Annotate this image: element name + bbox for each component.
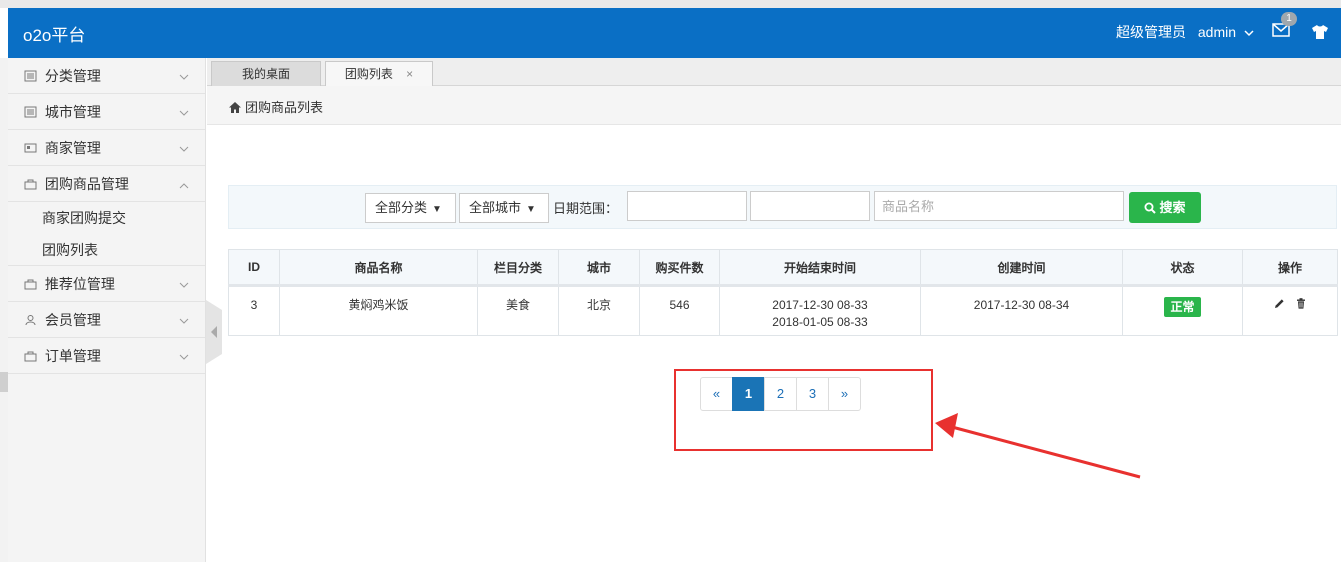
column-header: 操作 — [1242, 249, 1338, 287]
cell-bought: 546 — [639, 285, 720, 336]
chevron-up-icon — [179, 166, 189, 202]
user-menu[interactable]: 超级管理员 admin — [1116, 22, 1254, 42]
column-header: 开始结束时间 — [719, 249, 921, 287]
column-header: 状态 — [1122, 249, 1243, 287]
chevron-down-icon — [179, 130, 189, 166]
column-header: 栏目分类 — [477, 249, 559, 287]
sidebar-item-group-buy[interactable]: 团购商品管理 — [8, 166, 205, 202]
cell-category: 美食 — [477, 285, 559, 336]
bag-icon — [24, 339, 37, 362]
left-edge-strip — [0, 58, 8, 562]
window-top-strip — [0, 0, 1341, 8]
list-icon — [24, 95, 37, 118]
breadcrumb: 团购商品列表 — [229, 97, 323, 116]
sidebar-item-label: 分类管理 — [44, 68, 101, 84]
chevron-down-icon — [179, 94, 189, 130]
city-select[interactable]: 全部城市 ▼ — [459, 193, 549, 223]
tab-label: 我的桌面 — [241, 67, 290, 81]
tab-desktop[interactable]: 我的桌面 — [211, 61, 321, 87]
category-select-value: 全部分类 — [375, 200, 428, 215]
sidebar-collapse-handle[interactable] — [206, 300, 226, 364]
city-select-value: 全部城市 — [469, 200, 522, 215]
bag-icon — [24, 167, 37, 190]
chevron-down-icon — [1244, 24, 1254, 40]
user-name: admin — [1197, 24, 1237, 40]
start-time: 2017-12-30 08-33 — [772, 298, 868, 312]
search-bar: 全部分类 ▼ 全部城市 ▼ 日期范围： 搜索 — [228, 185, 1337, 229]
column-header: 商品名称 — [279, 249, 478, 287]
edit-icon[interactable] — [1274, 297, 1285, 314]
app-brand[interactable]: o2o平台 — [23, 21, 85, 46]
sidebar-item-city[interactable]: 城市管理 — [8, 94, 205, 130]
sidebar-item-label: 会员管理 — [44, 312, 101, 328]
skin-shirt-icon[interactable] — [1311, 24, 1329, 40]
breadcrumb-bar: 团购商品列表 — [207, 86, 1341, 125]
caret-down-icon: ▼ — [526, 204, 536, 215]
sidebar-item-label: 团购商品管理 — [44, 176, 129, 192]
category-select[interactable]: 全部分类 ▼ — [365, 193, 456, 223]
close-icon[interactable]: × — [406, 67, 413, 81]
sidebar-item-label: 城市管理 — [44, 104, 101, 120]
sidebar-subitem-merchant-submit[interactable]: 商家团购提交 — [8, 202, 205, 234]
cell-time-range: 2017-12-30 08-33 2018-01-05 08-33 — [719, 285, 921, 336]
cell-status: 正常 — [1122, 285, 1243, 336]
status-badge[interactable]: 正常 — [1164, 297, 1201, 317]
breadcrumb-label: 团购商品列表 — [245, 100, 324, 115]
column-header: 创建时间 — [920, 249, 1123, 287]
annotation-highlight-box — [674, 369, 933, 451]
cell-created: 2017-12-30 08-34 — [920, 285, 1123, 336]
table-header-row: ID 商品名称 栏目分类 城市 购买件数 开始结束时间 创建时间 状态 操作 — [228, 249, 1338, 287]
mail-count-badge: 1 — [1281, 12, 1297, 26]
search-button-label: 搜索 — [1159, 200, 1186, 215]
sidebar-item-label: 订单管理 — [44, 348, 101, 364]
column-header: 城市 — [558, 249, 640, 287]
chevron-down-icon — [179, 338, 189, 374]
bag-icon — [24, 267, 37, 290]
tab-bar: 我的桌面 团购列表 × — [207, 58, 1341, 87]
list-icon — [24, 59, 37, 82]
column-header: 购买件数 — [639, 249, 720, 287]
user-role: 超级管理员 — [1116, 24, 1186, 40]
cell-name: 黄焖鸡米饭 — [279, 285, 478, 336]
date-end-input[interactable] — [750, 191, 870, 221]
caret-down-icon: ▼ — [432, 204, 442, 215]
sidebar-item-order[interactable]: 订单管理 — [8, 338, 205, 374]
sidebar-item-label: 商家管理 — [44, 140, 101, 156]
product-name-input[interactable] — [874, 191, 1124, 221]
chevron-down-icon — [179, 266, 189, 302]
chevron-down-icon — [179, 302, 189, 338]
search-icon — [1144, 202, 1157, 214]
group-buy-table: ID 商品名称 栏目分类 城市 购买件数 开始结束时间 创建时间 状态 操作 3… — [228, 249, 1338, 336]
date-range-label: 日期范围： — [553, 201, 619, 216]
cell-id: 3 — [228, 285, 280, 336]
sidebar-item-label: 推荐位管理 — [44, 276, 115, 292]
sidebar-item-category[interactable]: 分类管理 — [8, 58, 205, 94]
column-header: ID — [228, 249, 280, 287]
sidebar-item-member[interactable]: 会员管理 — [8, 302, 205, 338]
end-time: 2018-01-05 08-33 — [772, 315, 868, 329]
group-buy-submenu: 商家团购提交 团购列表 — [8, 202, 205, 266]
home-icon — [229, 102, 241, 113]
chevron-down-icon — [179, 58, 189, 94]
cell-city: 北京 — [558, 285, 640, 336]
sidebar-subitem-group-list[interactable]: 团购列表 — [8, 234, 205, 266]
table-row: 3 黄焖鸡米饭 美食 北京 546 2017-12-30 08-33 2018-… — [228, 285, 1338, 336]
cell-actions — [1242, 285, 1338, 336]
scroll-tick — [0, 372, 8, 392]
date-start-input[interactable] — [627, 191, 747, 221]
user-icon — [24, 303, 37, 326]
top-header: o2o平台 超级管理员 admin 1 — [8, 8, 1341, 58]
id-card-icon — [24, 131, 37, 153]
delete-icon[interactable] — [1296, 297, 1306, 314]
search-button[interactable]: 搜索 — [1129, 192, 1201, 223]
sidebar: 分类管理 城市管理 商家管理 团购商品管理 商家团购提交 团购列表 推荐位管理 … — [8, 58, 206, 562]
sidebar-item-merchant[interactable]: 商家管理 — [8, 130, 205, 166]
tab-group-list[interactable]: 团购列表 × — [325, 61, 433, 87]
tab-label: 团购列表 — [344, 67, 393, 81]
sidebar-item-recommend[interactable]: 推荐位管理 — [8, 266, 205, 302]
